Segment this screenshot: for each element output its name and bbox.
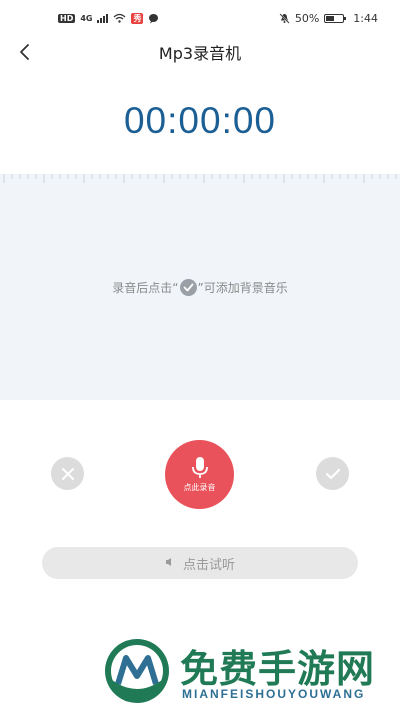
battery-percent: 50% [294, 11, 320, 25]
listen-button[interactable]: 点击试听 [42, 547, 358, 579]
microphone-icon [191, 457, 208, 478]
network-type: 4G [80, 13, 93, 23]
title-bar: Mp3录音机 [0, 36, 400, 68]
clock: 1:44 [353, 11, 378, 25]
hint-text-after: ”可添加背景音乐 [197, 281, 288, 295]
signal-icon [97, 13, 109, 23]
page-title: Mp3录音机 [158, 44, 242, 63]
background-music-hint: 录音后点击“ ”可添加背景音乐 [0, 279, 400, 296]
mute-bell-icon [279, 12, 290, 24]
watermark-logo [105, 639, 169, 703]
listen-label: 点击试听 [182, 557, 235, 573]
time-ruler [3, 174, 397, 183]
cancel-button[interactable] [51, 457, 84, 490]
watermark: 免费手游网 MIANFEISHOUYOUWANG [104, 638, 394, 708]
status-bar: HD 4G 秀 50% 1:44 [0, 0, 400, 36]
close-icon [61, 467, 74, 480]
record-label: 点此录音 [183, 483, 216, 492]
watermark-subtitle: MIANFEISHOUYOUWANG [182, 687, 366, 701]
recording-timer: 00:00:00 [123, 100, 277, 141]
battery-icon [324, 13, 347, 23]
wifi-icon [114, 13, 126, 23]
battery-level [326, 15, 335, 21]
check-icon [325, 468, 340, 479]
waveform-panel: 录音后点击“ ”可添加背景音乐 [0, 174, 400, 400]
chat-bubble-icon [149, 13, 159, 23]
status-right: 50% 1:44 [279, 12, 378, 25]
notification-badge: 秀 [131, 12, 144, 24]
check-circle-icon [179, 279, 197, 296]
status-left: HD 4G 秀 [58, 12, 159, 24]
confirm-button[interactable] [316, 457, 349, 490]
hd-badge: HD [58, 13, 76, 23]
hint-text-before: 录音后点击“ [112, 281, 179, 295]
watermark-title: 免费手游网 [180, 646, 376, 691]
record-button[interactable]: 点此录音 [165, 440, 234, 509]
play-sound-icon [165, 557, 173, 570]
